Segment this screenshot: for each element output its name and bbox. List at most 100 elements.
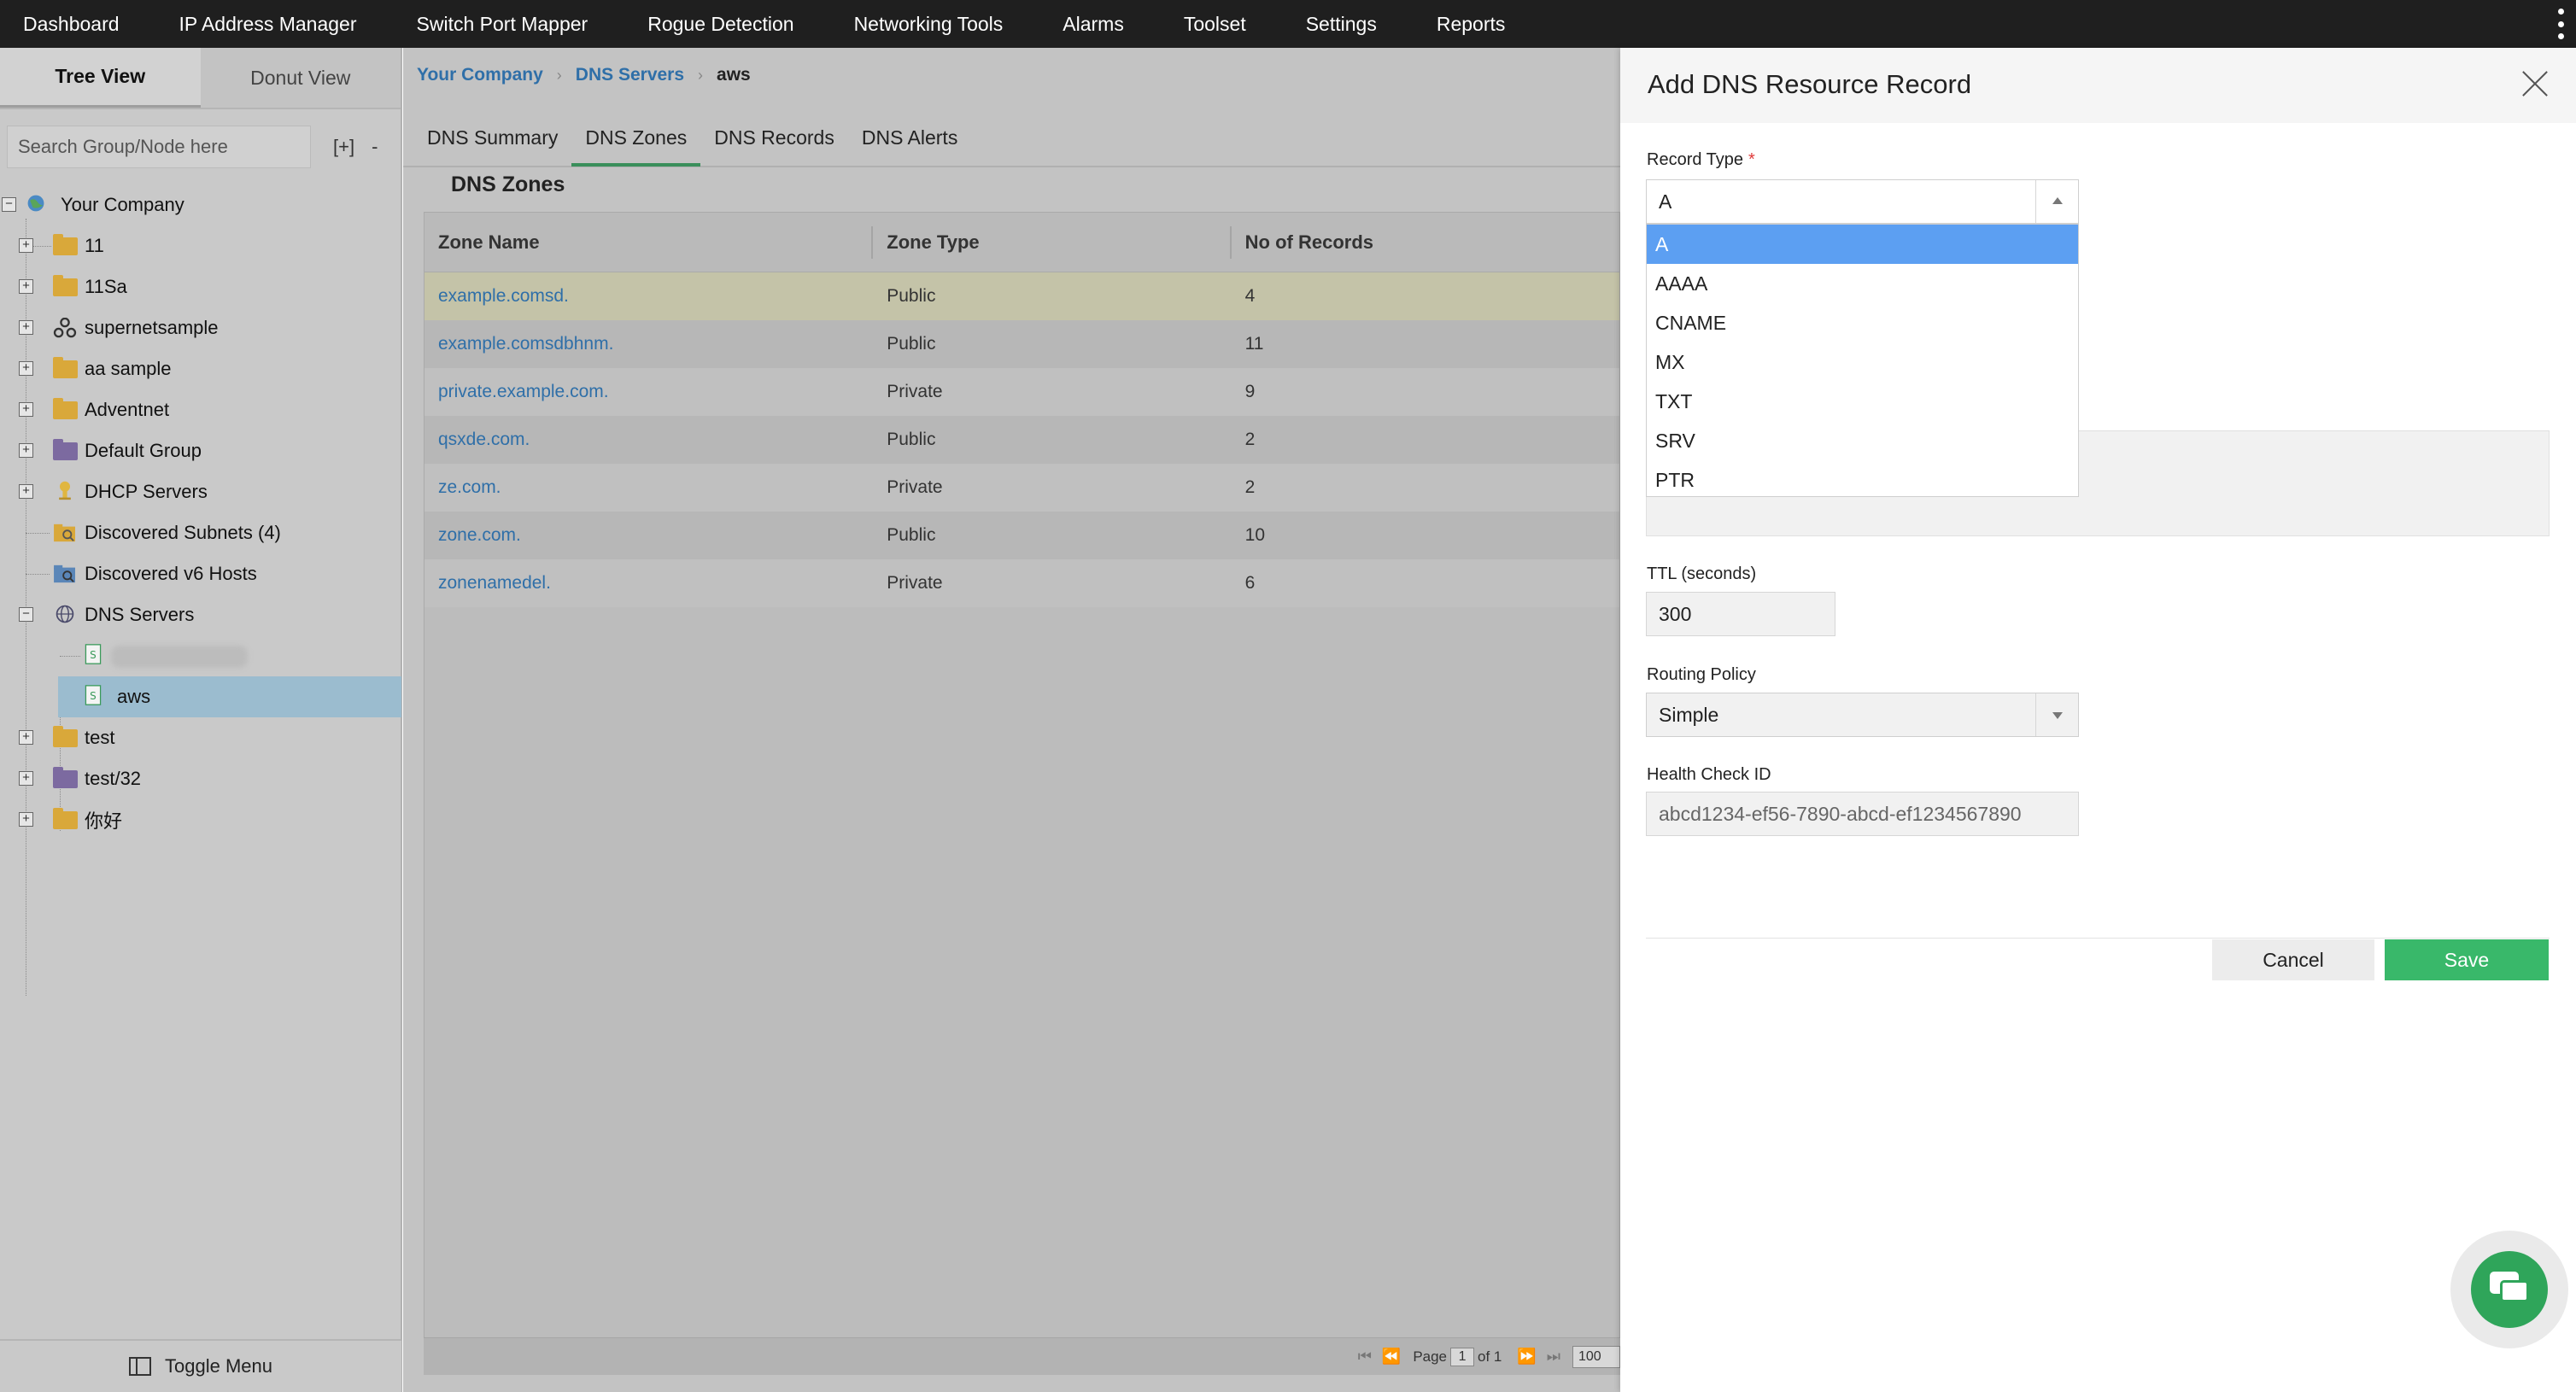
- record-type-option-cname[interactable]: CNAME: [1647, 303, 2078, 342]
- table-row[interactable]: private.example.com. Private 9: [424, 368, 1619, 416]
- table-row[interactable]: ze.com. Private 2: [424, 464, 1619, 512]
- tab-dns-summary[interactable]: DNS Summary: [413, 108, 571, 167]
- routing-policy-select[interactable]: Simple: [1646, 693, 2079, 737]
- record-count: 9: [1244, 382, 1256, 401]
- zone-name-link[interactable]: zone.com.: [424, 525, 873, 546]
- previous-page-icon[interactable]: ⏪: [1382, 1348, 1401, 1366]
- expand-toggle-icon[interactable]: +: [19, 238, 33, 253]
- main-content: Your Company › DNS Servers › aws DNS Sum…: [403, 48, 1620, 1392]
- expand-toggle-icon[interactable]: +: [19, 320, 33, 335]
- last-page-icon[interactable]: ⏭: [1547, 1348, 1560, 1366]
- save-button[interactable]: Save: [2385, 939, 2549, 980]
- tab-dns-records[interactable]: DNS Records: [700, 108, 848, 167]
- breadcrumb-dns-servers[interactable]: DNS Servers: [576, 65, 684, 85]
- tree-node-adventnet[interactable]: + Adventnet: [0, 389, 401, 430]
- record-type-option-mx[interactable]: MX: [1647, 342, 2078, 382]
- tree-node-aa-sample[interactable]: + aa sample: [0, 348, 401, 389]
- toggle-menu-button[interactable]: Toggle Menu: [0, 1339, 401, 1392]
- expand-toggle-icon[interactable]: +: [19, 730, 33, 745]
- zone-name-link[interactable]: ze.com.: [424, 477, 873, 498]
- expand-toggle-icon[interactable]: +: [19, 402, 33, 417]
- first-page-icon[interactable]: ⏮: [1358, 1348, 1372, 1366]
- column-header-no-of-records[interactable]: No of Records: [1232, 213, 1619, 272]
- expand-toggle-icon[interactable]: +: [19, 361, 33, 376]
- expand-toggle-icon[interactable]: +: [19, 771, 33, 786]
- nav-networking-tools[interactable]: Networking Tools: [831, 13, 1004, 36]
- table-row[interactable]: qsxde.com. Public 2: [424, 416, 1619, 464]
- record-type-option-txt[interactable]: TXT: [1647, 382, 2078, 421]
- tab-donut-view[interactable]: Donut View: [200, 48, 401, 108]
- tree-node-default-group[interactable]: + Default Group: [0, 430, 401, 471]
- folder-icon: [53, 767, 78, 788]
- zone-name-link[interactable]: qsxde.com.: [424, 430, 873, 450]
- tree-node-dhcp-servers[interactable]: + DHCP Servers: [0, 471, 401, 512]
- page-size-select[interactable]: 100: [1572, 1345, 1620, 1368]
- nav-dashboard[interactable]: Dashboard: [0, 13, 120, 36]
- table-row[interactable]: example.comsd. Public 4: [424, 272, 1619, 320]
- record-type-option-aaaa[interactable]: AAAA: [1647, 264, 2078, 303]
- health-check-id-input[interactable]: [1646, 792, 2079, 836]
- tree-node-nihao[interactable]: + 你好: [0, 799, 401, 840]
- page-number-input[interactable]: 1: [1450, 1347, 1475, 1366]
- ttl-input[interactable]: [1646, 592, 1835, 636]
- zone-name-link[interactable]: example.comsd.: [424, 286, 873, 307]
- tree-node-redacted-server[interactable]: S: [0, 635, 401, 676]
- tree-node-discovered-subnets[interactable]: Discovered Subnets (4): [0, 512, 401, 553]
- column-header-zone-name[interactable]: Zone Name: [424, 213, 874, 272]
- tree-node-supernetsample[interactable]: + supernetsample: [0, 307, 401, 348]
- folder-search-icon: [54, 523, 75, 542]
- ttl-label: TTL (seconds): [1647, 564, 1757, 583]
- more-options-icon[interactable]: [2556, 9, 2566, 39]
- nav-switch-port-mapper[interactable]: Switch Port Mapper: [394, 13, 588, 36]
- table-row[interactable]: zonenamedel. Private 6: [424, 559, 1619, 607]
- table-row[interactable]: example.comsdbhnm. Public 11: [424, 320, 1619, 368]
- tree-node-root[interactable]: − Your Company: [0, 184, 401, 225]
- zone-name-link[interactable]: private.example.com.: [424, 382, 873, 402]
- nav-rogue-detection[interactable]: Rogue Detection: [624, 13, 793, 36]
- collapse-toggle-icon[interactable]: −: [19, 607, 33, 622]
- record-type-option-a[interactable]: A: [1647, 225, 2078, 264]
- expand-all-button[interactable]: [+]: [333, 136, 354, 158]
- tree-node-test[interactable]: + test: [0, 717, 401, 758]
- tree-node-11[interactable]: + 11: [0, 225, 401, 266]
- tree-node-aws[interactable]: S aws: [58, 676, 401, 717]
- folder-icon: [53, 808, 78, 829]
- tree-node-dns-servers[interactable]: − DNS Servers: [0, 594, 401, 635]
- expand-toggle-icon[interactable]: +: [19, 484, 33, 499]
- tree-node-discovered-v6-hosts[interactable]: Discovered v6 Hosts: [0, 553, 401, 594]
- record-type-select[interactable]: A: [1646, 179, 2079, 224]
- tree-search-input[interactable]: [7, 126, 311, 168]
- tree-node-11sa[interactable]: + 11Sa: [0, 266, 401, 307]
- column-header-zone-type[interactable]: Zone Type: [873, 213, 1232, 272]
- nav-reports[interactable]: Reports: [1414, 13, 1506, 36]
- nav-alarms[interactable]: Alarms: [1039, 13, 1124, 36]
- nav-ip-address-manager[interactable]: IP Address Manager: [156, 13, 357, 36]
- chevron-down-icon[interactable]: [2035, 693, 2078, 736]
- expand-toggle-icon[interactable]: +: [19, 279, 33, 294]
- record-count: 11: [1244, 334, 1264, 354]
- zone-type: Private: [887, 573, 943, 593]
- table-row[interactable]: zone.com. Public 10: [424, 512, 1619, 559]
- tab-tree-view[interactable]: Tree View: [0, 48, 201, 108]
- expand-toggle-icon[interactable]: +: [19, 443, 33, 458]
- breadcrumb-your-company[interactable]: Your Company: [417, 65, 543, 85]
- nav-toolset[interactable]: Toolset: [1161, 13, 1246, 36]
- chat-button[interactable]: [2450, 1231, 2568, 1348]
- collapse-all-button[interactable]: -: [372, 136, 378, 158]
- expand-toggle-icon[interactable]: +: [19, 812, 33, 827]
- zone-name-link[interactable]: zonenamedel.: [424, 573, 873, 594]
- nav-settings[interactable]: Settings: [1283, 13, 1377, 36]
- close-icon[interactable]: [2521, 70, 2549, 97]
- cancel-button[interactable]: Cancel: [2212, 939, 2374, 980]
- record-type-option-srv[interactable]: SRV: [1647, 421, 2078, 460]
- tree-node-test-32[interactable]: + test/32: [0, 758, 401, 799]
- zone-name-link[interactable]: example.comsdbhnm.: [424, 334, 873, 354]
- next-page-icon[interactable]: ⏩: [1517, 1348, 1536, 1366]
- collapse-toggle-icon[interactable]: −: [2, 197, 16, 212]
- tab-dns-zones[interactable]: DNS Zones: [571, 108, 701, 167]
- record-count: 10: [1244, 525, 1266, 545]
- tab-dns-alerts[interactable]: DNS Alerts: [848, 108, 971, 167]
- chevron-up-icon[interactable]: [2035, 180, 2078, 223]
- dns-zone-icon: S: [85, 685, 102, 705]
- record-type-option-ptr[interactable]: PTR: [1647, 460, 2078, 500]
